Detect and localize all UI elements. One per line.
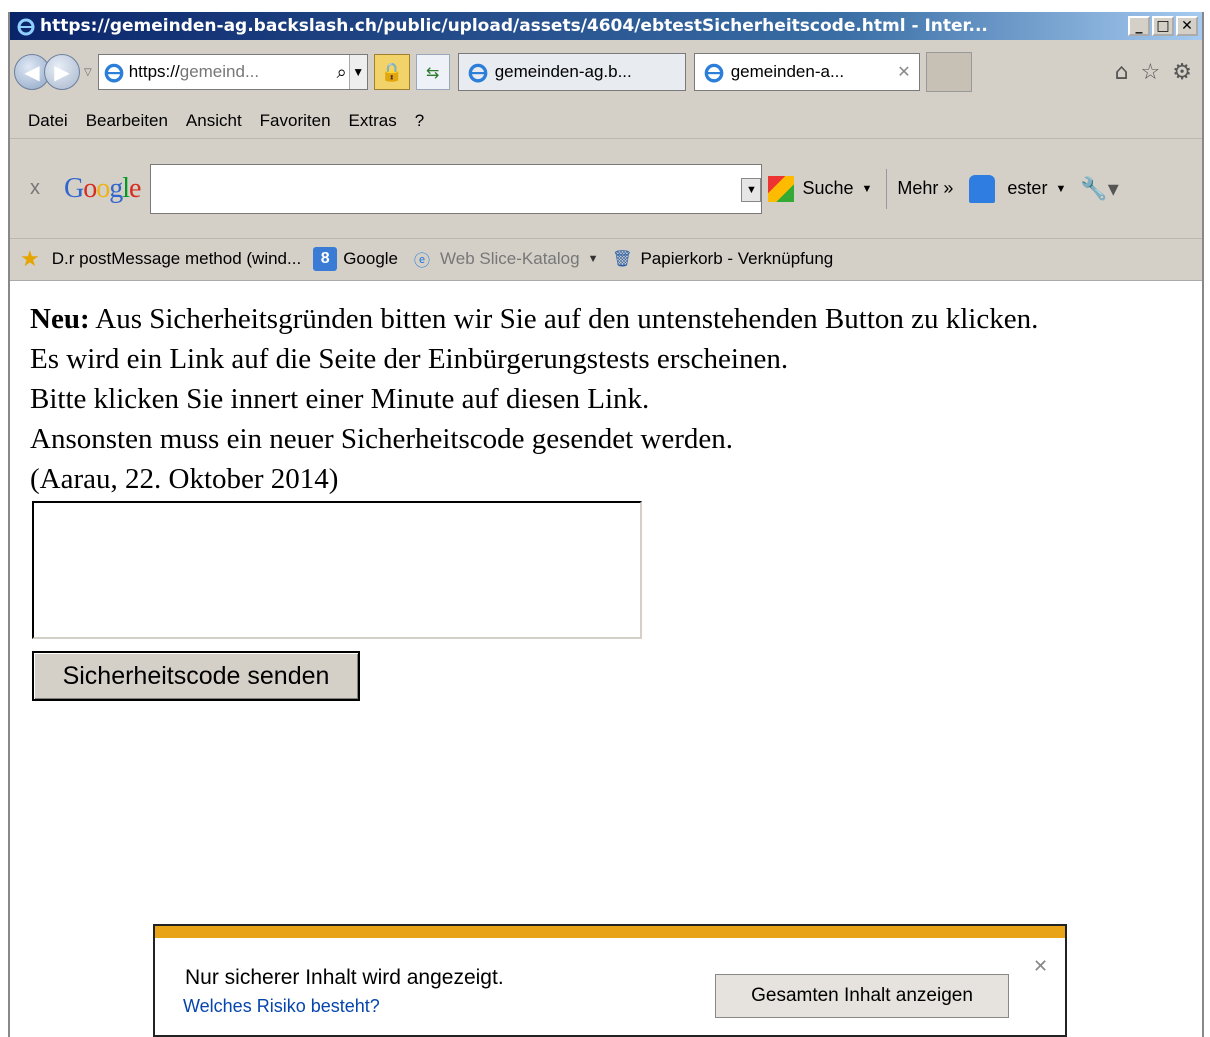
google-favicon-icon: 8: [313, 246, 338, 271]
search-label: Suche: [802, 178, 854, 198]
chevron-down-icon: ▼: [587, 252, 599, 265]
favorite-google[interactable]: 8 Google: [313, 246, 398, 271]
add-favorite-star-icon[interactable]: ★: [20, 246, 40, 272]
address-dropdown-icon[interactable]: ▼: [348, 55, 367, 89]
forward-arrow-icon: ▶: [54, 60, 70, 84]
google-toolbar: x Google ▼ Suche ▼ Mehr » ester ▼ 🔧▾: [10, 138, 1202, 238]
history-dropdown-icon[interactable]: ▽: [84, 67, 92, 78]
user-menu[interactable]: ester ▼: [969, 174, 1067, 203]
right-icons: ⌂ ☆ ⚙: [1115, 60, 1192, 85]
google-search-icon: [768, 175, 795, 202]
window-title: https://gemeinden-ag.backslash.ch/public…: [40, 16, 988, 36]
menu-bearbeiten[interactable]: Bearbeiten: [86, 111, 168, 131]
menu-ansicht[interactable]: Ansicht: [186, 111, 242, 131]
close-button[interactable]: ✕: [1176, 16, 1198, 36]
back-arrow-icon: ◀: [24, 60, 40, 84]
title-bar: https://gemeinden-ag.backslash.ch/public…: [10, 12, 1202, 40]
favorite-web-slice[interactable]: ⓔ Web Slice-Katalog ▼: [410, 247, 598, 271]
security-notification-bar: Nur sicherer Inhalt wird angezeigt. Welc…: [153, 924, 1067, 1037]
window-controls: _ □ ✕: [1128, 16, 1198, 36]
forward-button[interactable]: ▶: [44, 54, 80, 90]
chevron-down-icon: ▼: [861, 182, 873, 195]
tab-1[interactable]: gemeinden-ag.b...: [457, 53, 686, 91]
tab-ie-icon: [468, 63, 488, 83]
search-dropdown-icon[interactable]: ▼: [741, 177, 762, 202]
web-slice-icon: ⓔ: [414, 252, 431, 270]
google-search-button[interactable]: Suche ▼: [768, 175, 873, 202]
compatibility-refresh-icon[interactable]: ⇆: [415, 54, 450, 90]
tab-label: gemeinden-a...: [730, 62, 845, 81]
send-security-code-button[interactable]: Sicherheitscode senden: [32, 651, 360, 701]
favorites-star-icon[interactable]: ☆: [1141, 60, 1161, 85]
risk-info-link[interactable]: Welches Risiko besteht?: [183, 996, 380, 1017]
message-line-3: Bitte klicken Sie innert einer Minute au…: [30, 383, 650, 415]
favorite-item[interactable]: D.r postMessage method (wind...: [52, 249, 301, 269]
message-prefix: Neu:: [30, 303, 90, 335]
tab-ie-icon: [704, 63, 724, 83]
favorites-bar: ★ D.r postMessage method (wind... 8 Googl…: [10, 238, 1202, 278]
chevron-down-icon: ▼: [1055, 182, 1067, 195]
message-line-4: Ansonsten muss ein neuer Sicherheitscode…: [30, 423, 734, 455]
recycle-bin-icon: 🗑: [612, 250, 633, 268]
internet-explorer-icon: [17, 18, 35, 36]
security-message: Neu: Aus Sicherheitsgründen bitten wir S…: [30, 299, 1038, 499]
google-search-input[interactable]: ▼: [150, 163, 763, 214]
lock-icon[interactable]: 🔒: [373, 54, 410, 90]
separator: [886, 168, 888, 209]
navigation-bar: ◀ ▶ ▽ https://gemeind... ⌕ ▼ 🔒 ⇆ gemeind…: [10, 40, 1202, 104]
menu-bar: Datei Bearbeiten Ansicht Favoriten Extra…: [10, 104, 1202, 138]
home-icon[interactable]: ⌂: [1115, 60, 1129, 85]
minimize-button[interactable]: _: [1128, 16, 1150, 36]
security-code-textarea[interactable]: [32, 501, 642, 639]
message-line-5: (Aarau, 22. Oktober 2014): [30, 463, 339, 495]
search-icon[interactable]: ⌕: [337, 62, 347, 83]
notification-close-icon[interactable]: ✕: [1033, 956, 1048, 977]
browser-window: https://gemeinden-ag.backslash.ch/public…: [8, 12, 1204, 1037]
tab-close-icon[interactable]: ✕: [897, 62, 910, 82]
page-ie-icon: [104, 63, 124, 83]
google-logo: Google: [64, 172, 141, 204]
show-all-content-button[interactable]: Gesamten Inhalt anzeigen: [715, 974, 1009, 1018]
menu-datei[interactable]: Datei: [28, 111, 68, 131]
address-url[interactable]: https://gemeind...: [129, 62, 337, 82]
message-line-2: Es wird ein Link auf die Seite der Einbü…: [30, 343, 789, 375]
wrench-icon[interactable]: 🔧▾: [1080, 176, 1118, 202]
more-button[interactable]: Mehr »: [897, 178, 953, 199]
maximize-button[interactable]: □: [1152, 16, 1174, 36]
settings-gear-icon[interactable]: ⚙: [1172, 60, 1192, 85]
tab-2-active[interactable]: gemeinden-a... ✕: [693, 53, 920, 91]
message-line-1: Aus Sicherheitsgründen bitten wir Sie au…: [89, 303, 1039, 335]
notification-text: Nur sicherer Inhalt wird angezeigt.: [185, 966, 504, 989]
toolbar-close-icon[interactable]: x: [18, 177, 52, 200]
tab-label: gemeinden-ag.b...: [494, 62, 632, 81]
new-tab-button[interactable]: [925, 52, 972, 92]
notification-stripe: [155, 926, 1065, 938]
favorite-papierkorb[interactable]: 🗑 Papierkorb - Verknüpfung: [610, 247, 833, 271]
address-bar[interactable]: https://gemeind... ⌕ ▼: [97, 54, 368, 90]
menu-extras[interactable]: Extras: [349, 111, 397, 131]
user-icon: [969, 174, 996, 203]
menu-favoriten[interactable]: Favoriten: [260, 111, 331, 131]
user-name: ester: [1007, 178, 1048, 198]
menu-help[interactable]: ?: [415, 111, 424, 131]
